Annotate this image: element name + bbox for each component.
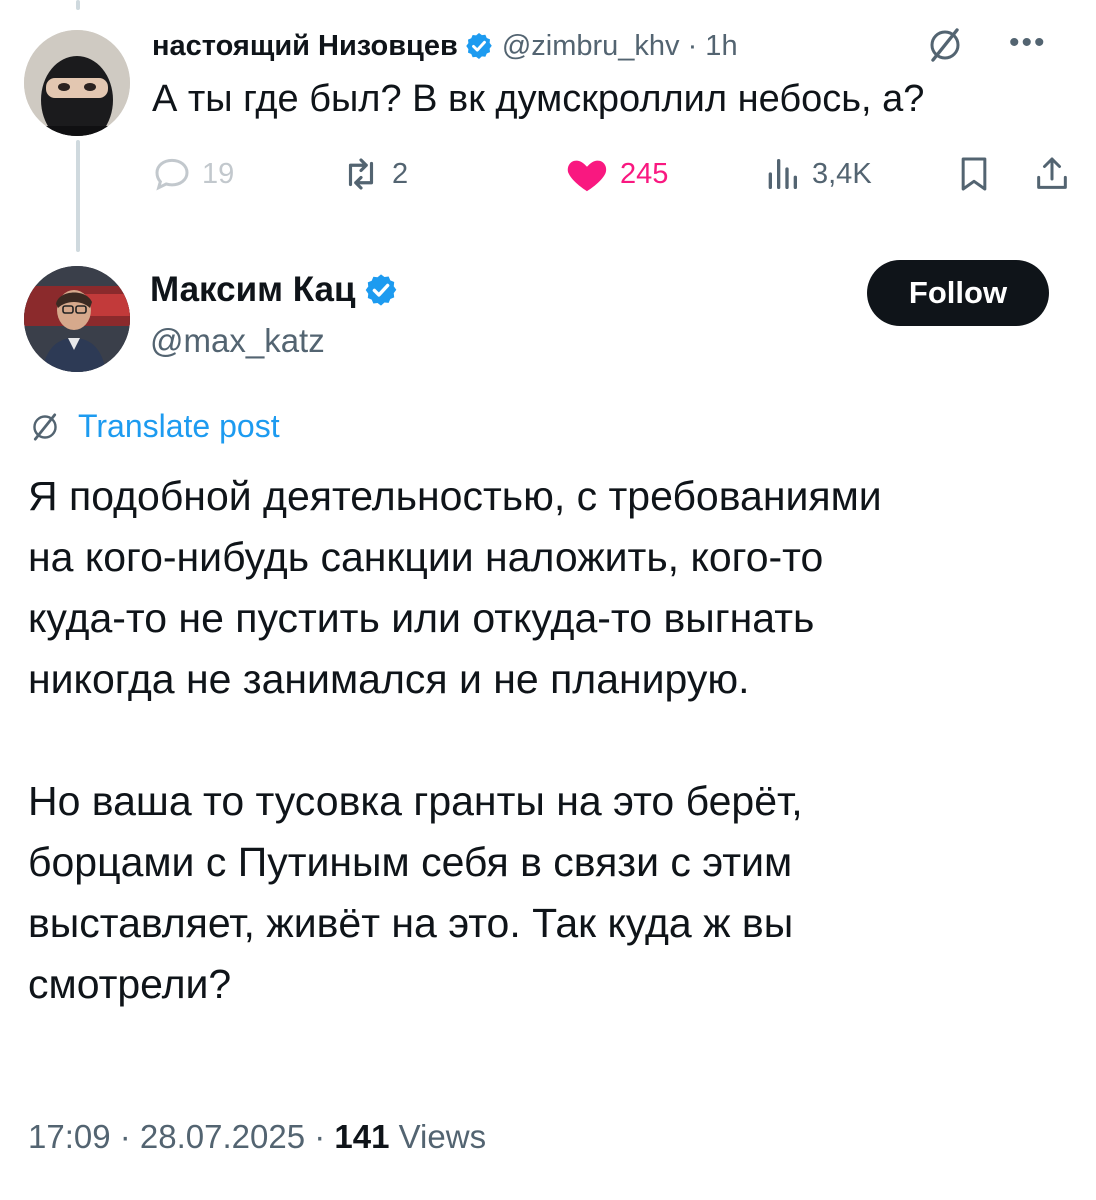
repost-count: 2 xyxy=(392,157,409,190)
follow-button[interactable]: Follow xyxy=(867,260,1049,326)
grok-icon[interactable] xyxy=(924,24,966,66)
post-line: выставляет, живёт на это. Так куда ж вы xyxy=(28,900,794,946)
translate-post-label: Translate post xyxy=(78,408,280,444)
post-paragraph: Я подобной деятельностью, с требованиями… xyxy=(28,466,1068,710)
post-paragraph: Но ваша то тусовка гранты на это берёт, … xyxy=(28,771,1068,1015)
thread-line-top xyxy=(76,0,80,10)
verified-badge-icon xyxy=(366,274,397,306)
author-avatar[interactable] xyxy=(24,266,130,372)
post-line: куда-то не пустить или откуда-то выгнать xyxy=(28,595,815,641)
post-timestamp[interactable]: 17:09 · 28.07.2025 · xyxy=(28,1118,334,1155)
masked-person-avatar[interactable] xyxy=(24,30,130,136)
reply-author-name[interactable]: настоящий Низовцев xyxy=(152,30,458,63)
comment-icon xyxy=(155,158,189,191)
post-meta: 17:09 · 28.07.2025 · 141 Views xyxy=(28,1118,486,1156)
bookmark-icon xyxy=(961,157,987,191)
bookmark-button[interactable] xyxy=(954,146,994,202)
reply-text: А ты где был? В вк думскроллил небось, а… xyxy=(152,78,925,120)
grok-icon xyxy=(33,412,57,441)
author-name-row: Максим Кац xyxy=(150,270,399,310)
author-handle[interactable]: @max_katz xyxy=(150,322,325,360)
heart-icon xyxy=(567,160,607,192)
post-line: борцами с Путиным себя в связи с этим xyxy=(28,839,793,885)
share-icon xyxy=(1037,157,1067,189)
reply-button[interactable]: 19 xyxy=(152,146,234,202)
post-line: смотрели? xyxy=(28,961,232,1007)
views-count: 3,4K xyxy=(812,157,872,190)
reply-action-bar: 19 2 245 3,4K xyxy=(152,146,1072,202)
post-line: Но ваша то тусовка гранты на это берёт, xyxy=(28,778,803,824)
post-line: Я подобной деятельностью, с требованиями xyxy=(28,473,882,519)
reply-author-handle[interactable]: @zimbru_khv · 1h xyxy=(502,30,738,63)
share-button[interactable] xyxy=(1032,146,1072,202)
like-button[interactable]: 245 xyxy=(564,146,668,202)
post-text: Я подобной деятельностью, с требованиями… xyxy=(28,466,1068,1015)
reply-count: 19 xyxy=(202,157,235,190)
author-name[interactable]: Максим Кац xyxy=(150,270,355,310)
reply-tweet[interactable]: настоящий Низовцев @zimbru_khv · 1h ••• … xyxy=(24,24,1074,254)
like-count: 245 xyxy=(620,157,669,190)
post-line: на кого-нибудь санкции наложить, кого-то xyxy=(28,534,824,580)
views-icon xyxy=(768,159,797,189)
post-line: никогда не занимался и не планирую. xyxy=(28,656,750,702)
more-dots-icon[interactable]: ••• xyxy=(1009,26,1047,60)
repost-icon xyxy=(348,158,374,190)
verified-badge-icon xyxy=(466,33,492,59)
views-button[interactable]: 3,4K xyxy=(762,146,872,202)
reply-header: настоящий Низовцев @zimbru_khv · 1h xyxy=(152,26,1052,66)
translate-post-link[interactable]: Translate post xyxy=(28,408,280,445)
post-views-count[interactable]: 141 xyxy=(334,1118,389,1155)
repost-button[interactable]: 2 xyxy=(340,146,408,202)
post-views-label: Views xyxy=(389,1118,487,1155)
